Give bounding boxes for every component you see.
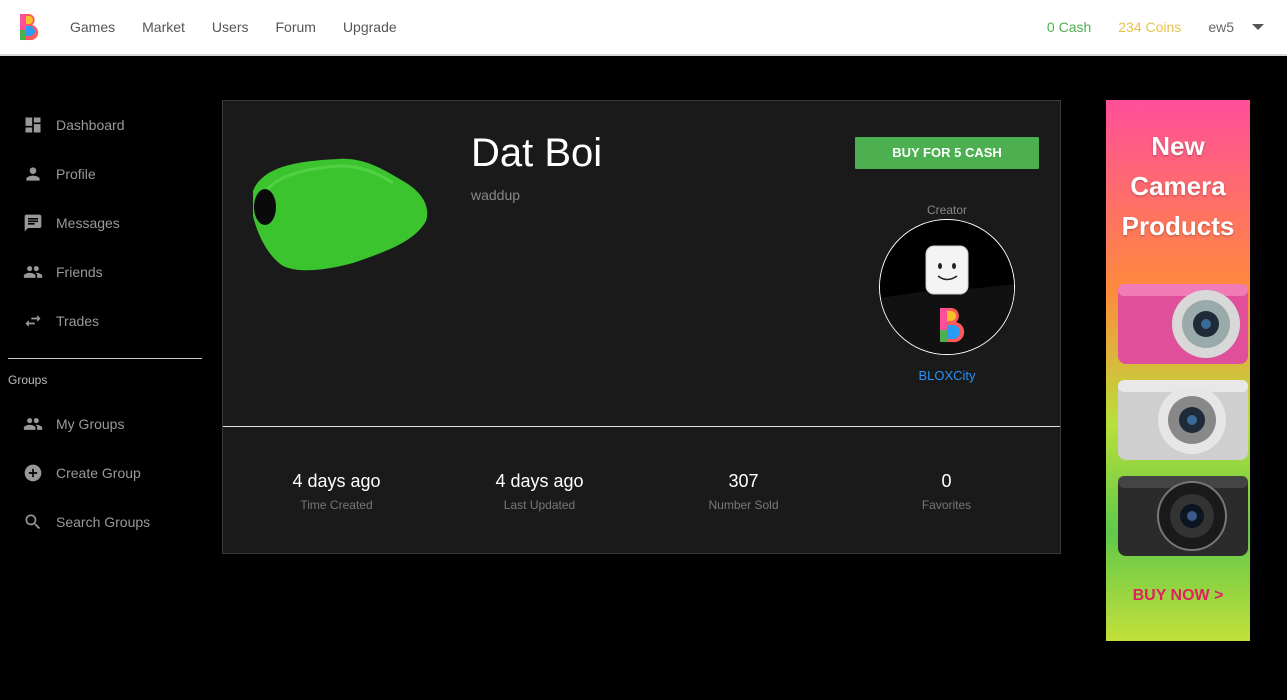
item-description: waddup bbox=[471, 187, 521, 203]
sidebar-item-label: My Groups bbox=[56, 415, 125, 432]
stat-label: Time Created bbox=[300, 498, 373, 512]
ad-buy-now-link[interactable]: BUY NOW > bbox=[1106, 587, 1250, 605]
camera-product-images bbox=[1118, 284, 1248, 556]
sidebar-item-label: Trades bbox=[56, 312, 100, 329]
stat-value: 4 days ago bbox=[292, 471, 381, 491]
add-circle-icon bbox=[24, 464, 42, 481]
nav-upgrade[interactable]: Upgrade bbox=[343, 19, 397, 35]
swap-icon bbox=[25, 314, 41, 327]
card-divider bbox=[223, 426, 1060, 427]
sidebar-item-label: Profile bbox=[56, 165, 96, 182]
sidebar-item-messages[interactable]: Messages bbox=[0, 198, 210, 247]
sidebar-item-label: Create Group bbox=[56, 464, 141, 481]
stat-last-updated: 4 days ago Last Updated bbox=[438, 471, 641, 512]
stat-value: 307 bbox=[728, 471, 759, 491]
sidebar-item-dashboard[interactable]: Dashboard bbox=[0, 100, 210, 149]
ad-title: New Camera Products bbox=[1106, 126, 1250, 246]
account-area: 0 Cash 234 Coins ew5 bbox=[1047, 0, 1287, 54]
sidebar: Dashboard Profile Messages Friends Trade… bbox=[0, 100, 210, 546]
advertisement-banner[interactable]: New Camera Products BUY NOW > bbox=[1106, 100, 1250, 641]
stat-label: Number Sold bbox=[708, 498, 779, 512]
stat-number-sold: 307 Number Sold bbox=[642, 471, 845, 512]
sidebar-item-my-groups[interactable]: My Groups bbox=[0, 399, 210, 448]
cash-balance[interactable]: 0 Cash bbox=[1047, 19, 1091, 35]
search-icon bbox=[25, 514, 41, 529]
sidebar-item-label: Search Groups bbox=[56, 513, 151, 530]
stat-value: 0 bbox=[941, 471, 952, 491]
creator-label: Creator bbox=[926, 203, 967, 217]
chevron-down-icon[interactable] bbox=[1252, 24, 1264, 30]
creator-avatar-image bbox=[880, 220, 1014, 354]
stat-label: Last Updated bbox=[503, 498, 576, 512]
item-card: Dat Boi waddup BUY FOR 5 CASH Creator BL… bbox=[222, 100, 1061, 554]
stat-label: Favorites bbox=[921, 498, 972, 512]
sidebar-item-profile[interactable]: Profile bbox=[0, 149, 210, 198]
bloxcity-logo[interactable] bbox=[17, 12, 41, 42]
sidebar-item-friends[interactable]: Friends bbox=[0, 247, 210, 296]
person-icon bbox=[26, 166, 40, 181]
sidebar-item-label: Dashboard bbox=[56, 116, 125, 133]
sidebar-divider bbox=[8, 358, 202, 359]
message-icon bbox=[24, 214, 42, 231]
sidebar-item-search-groups[interactable]: Search Groups bbox=[0, 497, 210, 546]
ad-title-line: Camera bbox=[1130, 171, 1226, 201]
top-navbar: Games Market Users Forum Upgrade 0 Cash … bbox=[0, 0, 1287, 56]
stat-favorites: 0 Favorites bbox=[845, 471, 1048, 512]
buy-button[interactable]: BUY FOR 5 CASH bbox=[855, 137, 1039, 169]
nav-forum[interactable]: Forum bbox=[275, 19, 315, 35]
sidebar-item-create-group[interactable]: Create Group bbox=[0, 448, 210, 497]
main-nav: Games Market Users Forum Upgrade bbox=[70, 0, 424, 54]
stat-time-created: 4 days ago Time Created bbox=[235, 471, 438, 512]
people-icon bbox=[23, 417, 43, 430]
ad-title-line: Products bbox=[1121, 211, 1235, 241]
item-title: Dat Boi bbox=[471, 131, 603, 175]
creator-avatar[interactable] bbox=[879, 219, 1015, 355]
item-thumbnail bbox=[253, 158, 428, 271]
username[interactable]: ew5 bbox=[1208, 19, 1234, 35]
nav-market[interactable]: Market bbox=[142, 19, 185, 35]
people-icon bbox=[23, 265, 43, 278]
sidebar-item-trades[interactable]: Trades bbox=[0, 296, 210, 345]
groups-heading: Groups bbox=[8, 373, 48, 387]
sidebar-item-label: Messages bbox=[56, 214, 120, 231]
dashboard-icon bbox=[25, 117, 41, 132]
nav-games[interactable]: Games bbox=[70, 19, 115, 35]
coins-balance[interactable]: 234 Coins bbox=[1118, 19, 1181, 35]
stat-value: 4 days ago bbox=[495, 471, 584, 491]
nav-users[interactable]: Users bbox=[212, 19, 249, 35]
ad-title-line: New bbox=[1151, 131, 1205, 161]
creator-name-link[interactable]: BLOXCity bbox=[855, 368, 1039, 383]
sidebar-item-label: Friends bbox=[56, 263, 103, 280]
